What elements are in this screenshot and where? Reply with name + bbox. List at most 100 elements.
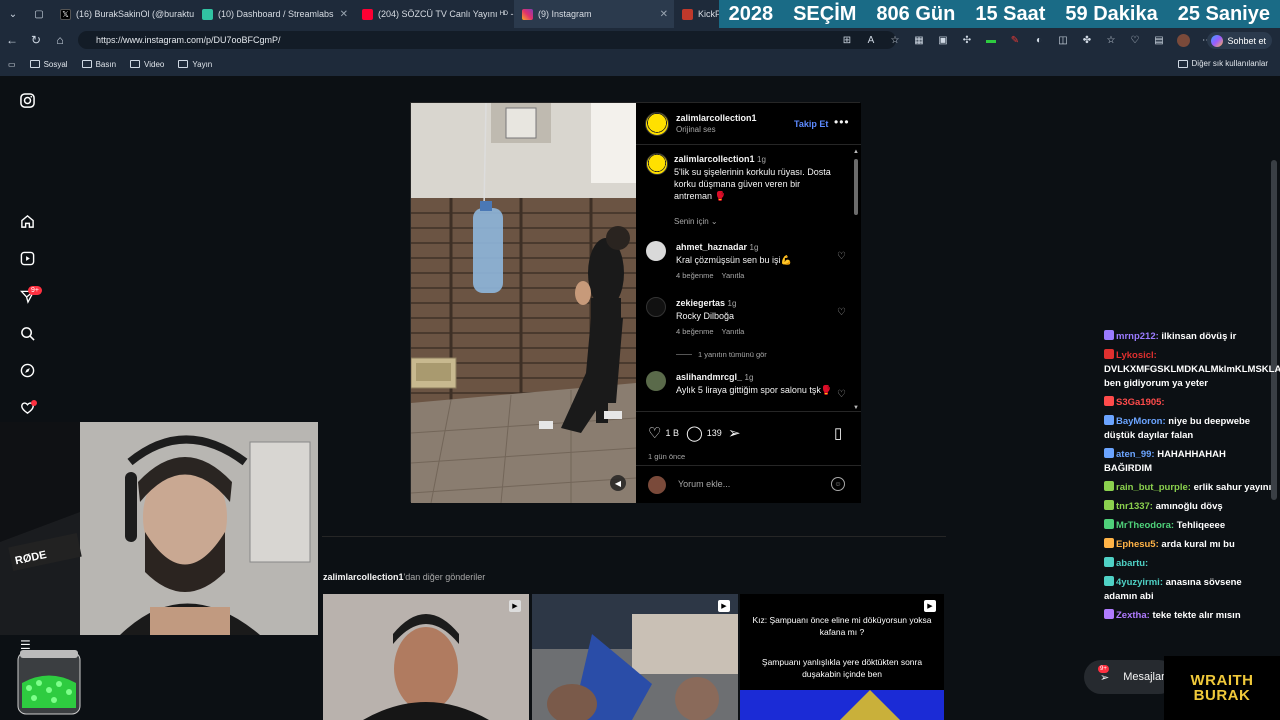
extension-icon[interactable]: ✎ — [1006, 31, 1024, 49]
commenter-avatar[interactable] — [646, 297, 666, 317]
election-countdown-overlay: 2028 SEÇİM 806 Gün 15 Saat 59 Dakika 25 … — [718, 0, 1280, 28]
related-post-thumbnail[interactable]: ▶ — [323, 594, 529, 720]
chat-username[interactable]: 4yuzyirmi: — [1116, 577, 1163, 588]
reels-icon[interactable] — [18, 249, 36, 267]
bookmark-label: Basın — [95, 59, 117, 69]
split-screen-icon[interactable]: ◫ — [1054, 31, 1072, 49]
chat-username[interactable]: mrnp212: — [1116, 331, 1159, 342]
like-comment-heart-icon[interactable]: ♡ — [837, 307, 846, 318]
emoji-icon[interactable]: ☺ — [831, 477, 845, 491]
chat-username[interactable]: BayMoron: — [1116, 416, 1166, 427]
instagram-logo-icon[interactable] — [18, 91, 36, 109]
workspaces-icon[interactable]: ▢ — [26, 0, 52, 28]
audio-label[interactable]: Orijinal ses — [676, 125, 757, 134]
comment-input[interactable]: Yorum ekle... — [678, 479, 730, 489]
apps-icon[interactable]: ⊞ — [838, 31, 856, 49]
back-button[interactable]: ← — [0, 28, 24, 52]
commenter-username[interactable]: ahmet_haznadar — [676, 242, 747, 252]
close-icon[interactable]: ✕ — [340, 9, 348, 20]
comment-bubble-icon[interactable]: ◯ — [686, 424, 703, 442]
chat-username[interactable]: abartu: — [1116, 558, 1148, 569]
home-button[interactable]: ⌂ — [48, 28, 72, 52]
chat-username[interactable]: Lykosicl: — [1116, 350, 1157, 361]
explore-icon[interactable] — [18, 361, 36, 379]
comments-list[interactable]: zalimlarcollection1 1g 5'lik su şişeleri… — [636, 145, 861, 411]
tab-sozcu[interactable]: (204) SÖZCÜ TV Canlı Yayını ᴴᴰ - Y ✕ — [354, 0, 514, 28]
commenter-avatar[interactable] — [646, 241, 666, 261]
read-aloud-icon[interactable]: A — [862, 31, 880, 49]
logo-line-2: BURAK — [1193, 687, 1251, 704]
caption-username[interactable]: zalimlarcollection1 — [674, 154, 755, 164]
author-avatar[interactable] — [645, 112, 669, 136]
tab-x[interactable]: 𝕏 (16) BurakSakinOl (@buraktut_) / X — [52, 0, 194, 28]
view-replies-link[interactable]: 1 yanıtın tümünü gör — [676, 350, 767, 359]
performance-icon[interactable]: ♡ — [1126, 31, 1144, 49]
reply-button[interactable]: Yanıtla — [722, 271, 745, 280]
close-icon[interactable]: ✕ — [660, 9, 668, 20]
commenter-avatar[interactable] — [646, 371, 666, 391]
address-bar[interactable]: https://www.instagram.com/p/DU7ooBFCgmP/ — [78, 31, 896, 49]
comment-likes[interactable]: 4 beğenme — [676, 327, 714, 336]
share-icon[interactable]: ➢ — [728, 424, 741, 442]
like-heart-icon[interactable]: ♡ — [648, 424, 661, 442]
profile-avatar[interactable] — [1174, 31, 1192, 49]
extension-icon[interactable]: ▦ — [910, 31, 928, 49]
chat-username[interactable]: Ephesu5: — [1116, 539, 1159, 550]
favorites-icon[interactable]: ☆ — [1102, 31, 1120, 49]
chat-username[interactable]: MrTheodora: — [1116, 520, 1174, 531]
for-you-filter[interactable]: Senin için ⌄ — [674, 217, 718, 226]
bookmark-folder-basin[interactable]: Basın — [81, 59, 117, 69]
related-post-thumbnail[interactable]: Kız: Şampuanı önce eline mi döküyorsun y… — [740, 594, 944, 720]
chat-username[interactable]: tnr1337: — [1116, 501, 1153, 512]
sidebar-toggle-icon[interactable]: ▭ — [8, 60, 16, 69]
chat-username[interactable]: rain_but_purple: — [1116, 482, 1191, 493]
scroll-up-icon[interactable]: ▲ — [853, 149, 859, 155]
comments-scrollbar[interactable]: ▲ ▼ — [853, 149, 859, 411]
like-count[interactable]: 1 B — [665, 428, 679, 438]
folder-icon — [178, 60, 189, 68]
chat-username[interactable]: Zextha: — [1116, 610, 1150, 621]
more-options-icon[interactable]: ••• — [834, 115, 850, 129]
commenter-username[interactable]: aslihandmrcgl_ — [676, 372, 742, 382]
bookmark-folder-sosyal[interactable]: Sosyal — [29, 60, 68, 69]
chat-badge-icon — [1104, 576, 1114, 586]
author-avatar[interactable] — [646, 153, 668, 175]
comments-scrollbar-thumb[interactable] — [854, 159, 858, 215]
commenter-username[interactable]: zekiegertas — [676, 298, 725, 308]
tab-streamlabs[interactable]: (10) Dashboard / Streamlabs ✕ — [194, 0, 354, 28]
bookmark-folder-video[interactable]: Video — [130, 60, 164, 69]
favorite-star-icon[interactable]: ☆ — [886, 31, 904, 49]
more-posts-username[interactable]: zalimlarcollection1 — [323, 572, 404, 582]
like-comment-heart-icon[interactable]: ♡ — [837, 389, 846, 400]
comment-action[interactable]: ◯ 139 — [686, 424, 722, 442]
extension-icon[interactable]: ✣ — [958, 31, 976, 49]
chat-username[interactable]: aten_99: — [1116, 449, 1155, 460]
author-username[interactable]: zalimlarcollection1 — [676, 113, 757, 123]
chat-username[interactable]: S3Ga1905: — [1116, 397, 1165, 408]
other-bookmarks[interactable]: Diğer sık kullanılanlar — [1177, 59, 1268, 68]
posted-time: 1 gün önce — [648, 452, 686, 461]
comment-likes[interactable]: 4 beğenme — [676, 271, 714, 280]
copilot-button[interactable]: Sohbet et — [1207, 32, 1272, 49]
like-comment-heart-icon[interactable]: ♡ — [837, 251, 846, 262]
tab-actions-menu[interactable]: ⌄ — [0, 0, 26, 28]
extensions-puzzle-icon[interactable]: ✤ — [1078, 31, 1096, 49]
messages-button[interactable]: ➢ 9+ Mesajlar — [1084, 660, 1176, 694]
refresh-button[interactable]: ↻ — [24, 28, 48, 52]
save-bookmark-icon[interactable]: ▯ — [834, 424, 842, 442]
bookmark-folder-yayin[interactable]: Yayın — [178, 60, 212, 69]
collections-icon[interactable]: ▤ — [1150, 31, 1168, 49]
audio-toggle-icon[interactable]: ◀︎ — [610, 475, 626, 491]
extension-icon[interactable]: ◐ — [1030, 31, 1048, 49]
home-icon[interactable] — [18, 212, 36, 230]
extension-icon[interactable]: ▣ — [934, 31, 952, 49]
thumbnail-image — [323, 594, 529, 720]
follow-button[interactable]: Takip Et — [794, 119, 828, 129]
like-action[interactable]: ♡ 1 B — [648, 424, 679, 442]
extension-icon[interactable]: ▬ — [982, 31, 1000, 49]
reply-button[interactable]: Yanıtla — [722, 327, 745, 336]
search-icon[interactable] — [18, 324, 36, 342]
tab-instagram[interactable]: (9) Instagram ✕ — [514, 0, 674, 28]
reel-video[interactable]: ◀︎ — [411, 103, 636, 503]
related-post-thumbnail[interactable]: ▶ — [532, 594, 738, 720]
